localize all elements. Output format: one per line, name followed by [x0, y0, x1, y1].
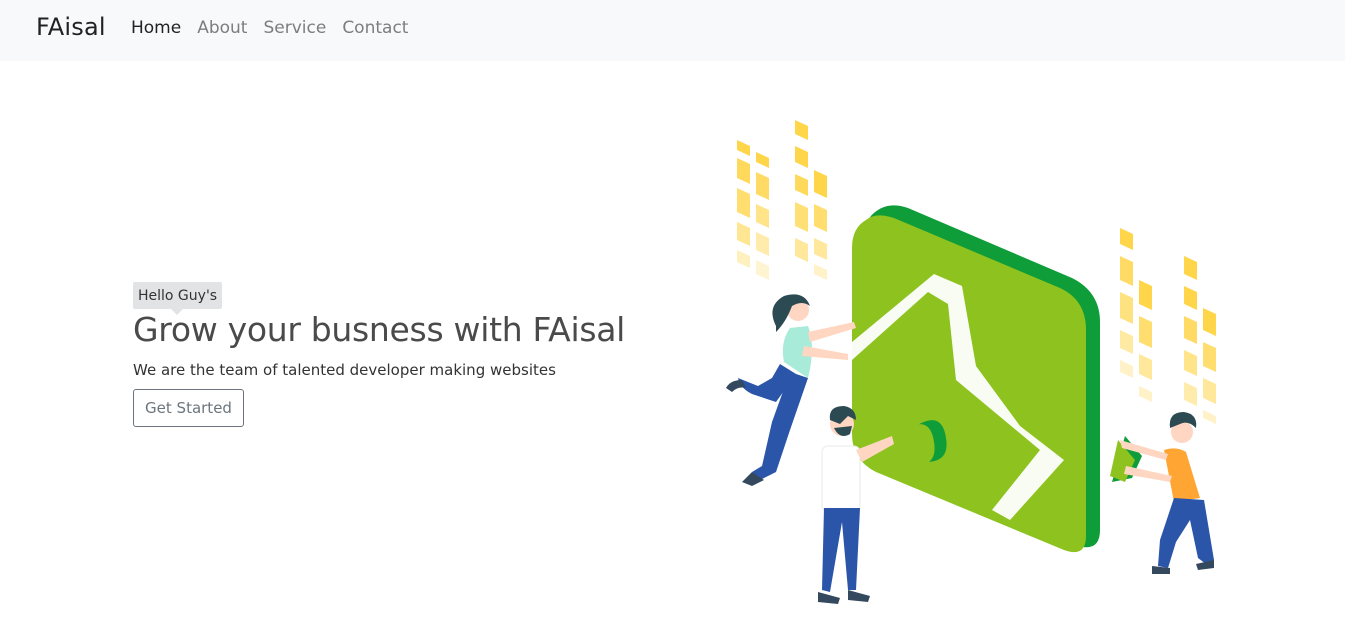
- get-started-button[interactable]: Get Started: [133, 389, 244, 427]
- hero-badge: Hello Guy's: [133, 282, 223, 315]
- green-puzzle-block: [852, 205, 1100, 553]
- decorative-bars-left: [737, 120, 827, 280]
- nav-link-about[interactable]: About: [197, 18, 247, 38]
- person-man-right: [1120, 412, 1214, 574]
- nav-links: Home About Service Contact: [131, 18, 408, 38]
- decorative-bars-right: [1120, 228, 1216, 424]
- hero-title: Grow your busness with FAisal: [133, 310, 626, 349]
- nav-link-service[interactable]: Service: [263, 18, 326, 38]
- brand-logo[interactable]: FAisal: [36, 13, 106, 41]
- navbar: FAisal Home About Service Contact: [0, 0, 1345, 61]
- nav-link-contact[interactable]: Contact: [342, 18, 408, 38]
- hero-section: Hello Guy's Grow your busness with FAisa…: [133, 282, 693, 427]
- hero-subtitle: We are the team of talented developer ma…: [133, 361, 556, 379]
- hero-illustration: [726, 120, 1216, 604]
- nav-link-home[interactable]: Home: [131, 18, 181, 38]
